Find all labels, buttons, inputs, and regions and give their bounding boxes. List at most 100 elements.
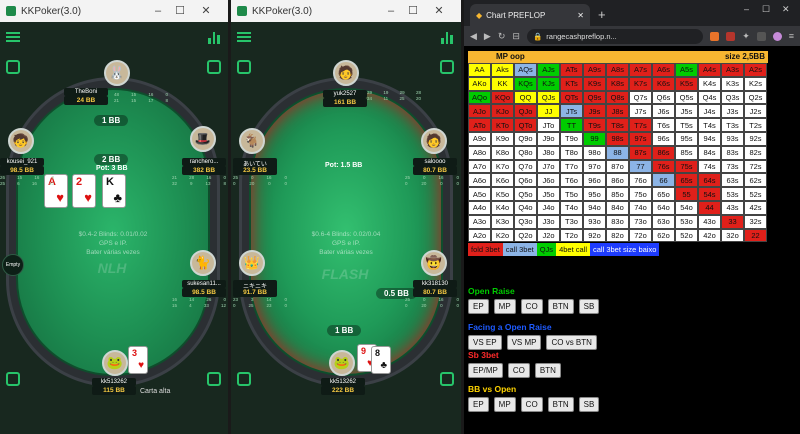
hand-cell: 32o <box>721 228 744 243</box>
player-avatar[interactable]: 🎩 <box>190 126 216 152</box>
hand-cell: 65o <box>652 187 675 201</box>
tab-chart-preflop[interactable]: ◆ Chart PREFLOP ✕ <box>470 4 590 26</box>
cart-icon[interactable] <box>207 60 221 74</box>
window-titlebar[interactable]: KKPoker(3.0) – ☐ ✕ <box>0 0 228 22</box>
hand-cell: 84o <box>606 200 629 215</box>
board-card-3: K ♣ <box>102 174 126 208</box>
position-button[interactable]: MP <box>493 299 516 314</box>
range-title: MP oop <box>468 51 698 63</box>
player-avatar[interactable]: 🧑 <box>333 60 359 86</box>
reload-icon[interactable]: ↻ <box>498 31 506 42</box>
history-icon[interactable] <box>237 372 251 386</box>
maximize-button[interactable]: ☐ <box>170 0 190 22</box>
rewards-icon[interactable] <box>726 31 736 41</box>
room-brand-watermark: NLH <box>97 260 127 276</box>
hand-cell: 92s <box>744 131 767 146</box>
tab-close-icon[interactable]: ✕ <box>577 11 584 20</box>
hero-name: kk513262 <box>92 378 136 386</box>
cart-icon[interactable] <box>440 60 454 74</box>
menu-icon[interactable] <box>6 32 20 42</box>
hand-cell: J7s <box>629 104 652 119</box>
extensions-icon[interactable]: ✦ <box>742 31 750 42</box>
empty-seat[interactable]: Empty <box>2 254 24 276</box>
hand-cell: T9o <box>560 131 583 146</box>
position-button[interactable]: SB <box>578 299 600 314</box>
brave-shield-icon[interactable] <box>710 31 720 41</box>
position-button[interactable]: CO vs BTN <box>546 335 597 350</box>
hand-cell: 83s <box>721 145 744 160</box>
window-titlebar[interactable]: KKPoker(3.0) – ☐ ✕ <box>231 0 461 22</box>
hand-cell: 62o <box>652 228 675 243</box>
position-button[interactable]: VS EP <box>468 335 502 350</box>
player-avatar[interactable]: 🧑 <box>421 128 447 154</box>
hand-cell: 93o <box>583 214 606 229</box>
hand-cell: Aks <box>491 63 514 77</box>
player-avatar[interactable]: 🐈 <box>190 250 216 276</box>
sidebar-icon[interactable] <box>756 31 766 41</box>
hand-cell: 99 <box>583 131 606 146</box>
hand-cell: 75s <box>675 159 698 174</box>
profile-avatar-icon[interactable] <box>772 31 782 41</box>
bet-pill-1bb: 1 BB <box>327 325 362 336</box>
maximize-button[interactable]: ☐ <box>762 4 770 15</box>
position-button[interactable]: EP <box>468 299 489 314</box>
stats-icon[interactable] <box>208 32 221 44</box>
hand-cell: A6s <box>652 63 675 77</box>
close-button[interactable]: ✕ <box>782 4 790 15</box>
close-button[interactable]: ✕ <box>429 0 449 22</box>
forward-icon[interactable]: ▶ <box>484 31 491 42</box>
notes-icon[interactable] <box>6 60 20 74</box>
position-button[interactable]: CO <box>507 363 530 378</box>
minimize-button[interactable]: – <box>148 0 168 22</box>
hand-cell: J9o <box>537 131 560 146</box>
hand-cell: J6o <box>537 173 560 188</box>
hand-cell: QQ <box>514 90 537 105</box>
position-button[interactable]: CO <box>520 397 543 412</box>
address-bar[interactable]: 🔒 rangecashpreflop.n... <box>526 28 704 44</box>
player-avatar[interactable]: 🧒 <box>8 128 34 154</box>
hand-cell: K4o <box>491 200 514 215</box>
bookmark-icon[interactable]: ⊟ <box>512 31 520 42</box>
hand-cell: AQo <box>468 90 491 105</box>
maximize-button[interactable]: ☐ <box>403 0 423 22</box>
new-tab-button[interactable]: + <box>598 7 606 22</box>
back-icon[interactable]: ◀ <box>470 31 477 42</box>
player-stack: 24 BB <box>64 96 108 105</box>
position-button[interactable]: MP <box>493 397 516 412</box>
hand-cell: AJs <box>537 63 560 77</box>
position-button[interactable]: EP <box>468 397 489 412</box>
chat-icon[interactable] <box>440 372 454 386</box>
legend-item: fold 3bet <box>468 243 503 257</box>
hand-cell: 44 <box>698 200 721 215</box>
notes-icon[interactable] <box>237 60 251 74</box>
minimize-button[interactable]: – <box>381 0 401 22</box>
player-avatar[interactable]: 🤠 <box>421 250 447 276</box>
position-button[interactable]: BTN <box>547 299 574 314</box>
position-button[interactable]: CO <box>520 299 543 314</box>
close-button[interactable]: ✕ <box>196 0 216 22</box>
position-button[interactable]: VS MP <box>506 335 542 350</box>
hand-cell: 52o <box>675 228 698 243</box>
hand-cell: Q4o <box>514 200 537 215</box>
hand-cell: J8o <box>537 145 560 160</box>
menu-icon[interactable] <box>237 32 251 42</box>
menu-icon[interactable]: ≡ <box>789 31 794 41</box>
player-avatar[interactable]: 🐰 <box>104 60 130 86</box>
hand-cell: KTo <box>491 118 514 132</box>
player-avatar[interactable]: 👑 <box>239 250 265 276</box>
hand-cell: 54s <box>698 187 721 201</box>
minimize-button[interactable]: – <box>744 4 749 14</box>
hand-cell: T2o <box>560 228 583 243</box>
position-button[interactable]: EP/MP <box>468 363 503 378</box>
stats-icon[interactable] <box>441 32 454 44</box>
position-button[interactable]: BTN <box>534 363 561 378</box>
position-button[interactable]: SB <box>578 397 600 412</box>
history-icon[interactable] <box>6 372 20 386</box>
hand-cell: QTo <box>514 118 537 132</box>
chat-icon[interactable] <box>207 372 221 386</box>
player-avatar[interactable]: 🐐 <box>239 128 265 154</box>
hand-cell: T4s <box>698 118 721 132</box>
hand-cell: T8s <box>606 118 629 132</box>
position-button[interactable]: BTN <box>547 397 574 412</box>
hand-cell: A2o <box>468 228 491 243</box>
